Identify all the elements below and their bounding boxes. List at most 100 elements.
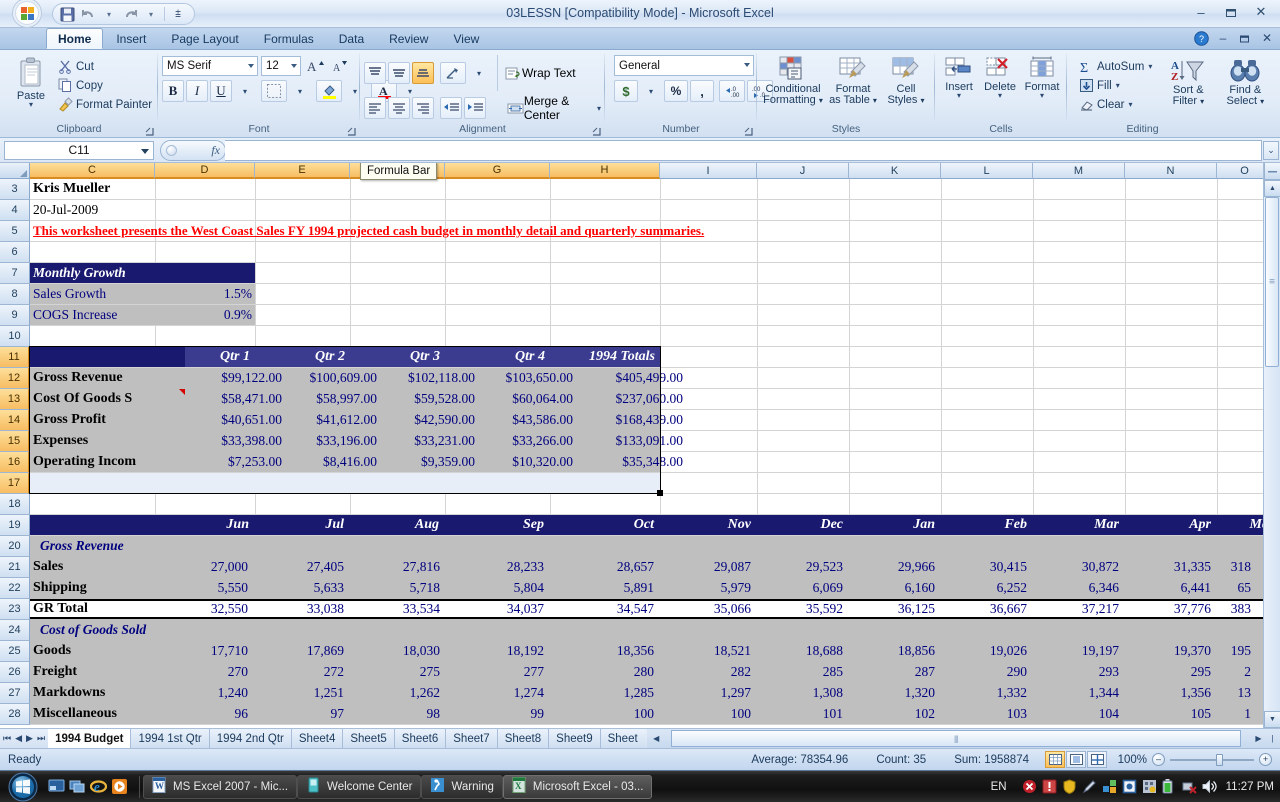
cell-k22[interactable]: 6,160 — [846, 578, 938, 598]
cut-button[interactable]: Cut — [58, 57, 152, 76]
taskbar-task-warning[interactable]: Warning — [421, 774, 503, 799]
format-as-table-button[interactable]: Format as Table ▾ — [826, 54, 880, 106]
decrease-indent-button[interactable] — [440, 97, 462, 119]
prev-sheet-icon[interactable]: ◀ — [15, 733, 22, 744]
cell-h27[interactable]: 1,285 — [547, 683, 657, 703]
cell-d26[interactable]: 270 — [155, 662, 251, 682]
increase-decimal-button[interactable]: .0.00 — [719, 80, 745, 102]
cell-c5-description[interactable]: This worksheet presents the West Coast S… — [30, 221, 1180, 241]
clear-button[interactable]: Clear ▾ — [1079, 95, 1152, 114]
page-layout-view-icon[interactable] — [1066, 751, 1086, 768]
cell-o26[interactable]: 2 — [1214, 662, 1254, 682]
increase-indent-button[interactable] — [464, 97, 486, 119]
column-header-i[interactable]: I — [660, 163, 757, 179]
cell-i23[interactable]: 35,066 — [657, 599, 754, 619]
cell-e23[interactable]: 33,038 — [251, 599, 347, 619]
cell-n25[interactable]: 19,370 — [1122, 641, 1214, 661]
row-header-17[interactable]: 17 — [0, 473, 30, 494]
status-average[interactable]: Average: 78354.96 — [737, 754, 862, 766]
cell-g21[interactable]: 28,233 — [443, 557, 547, 577]
pen-icon[interactable] — [1082, 779, 1097, 794]
cell-m21[interactable]: 30,872 — [1030, 557, 1122, 577]
cell-c9-cogs-increase-label[interactable]: COGS Increase — [30, 305, 155, 325]
cell-j25[interactable]: 18,688 — [754, 641, 846, 661]
language-indicator[interactable]: EN — [991, 781, 1017, 793]
help-icon[interactable]: ? — [1190, 28, 1212, 48]
name-box[interactable]: C11 — [4, 140, 154, 160]
format-cells-dropdown-icon[interactable]: ▾ — [1040, 92, 1044, 100]
cell-m25[interactable]: 19,197 — [1030, 641, 1122, 661]
page-break-view-icon[interactable] — [1087, 751, 1107, 768]
column-header-m[interactable]: M — [1033, 163, 1125, 179]
insert-cells-dropdown-icon[interactable]: ▾ — [957, 92, 961, 100]
taskbar-task-welcome-center[interactable]: Welcome Center — [297, 774, 422, 799]
cell-j21[interactable]: 29,523 — [754, 557, 846, 577]
currency-button[interactable]: $ — [614, 80, 638, 102]
clipboard-dialog-launcher[interactable] — [144, 126, 155, 137]
cell-n21[interactable]: 31,335 — [1122, 557, 1214, 577]
cell-area[interactable]: Kris Mueller 20-Jul-2009 This worksheet … — [29, 179, 1280, 725]
zoom-slider[interactable] — [1170, 753, 1254, 766]
row-header-12[interactable]: 12 — [0, 368, 30, 389]
delete-cells-dropdown-icon[interactable]: ▾ — [998, 92, 1002, 100]
insert-function-icon[interactable]: fx — [211, 143, 220, 158]
italic-button[interactable]: I — [186, 80, 208, 102]
horizontal-scrollbar[interactable]: ◀ ▶ | — [646, 729, 1280, 748]
row-header-9[interactable]: 9 — [0, 305, 30, 326]
fill-color-button[interactable] — [316, 80, 342, 102]
formula-input[interactable] — [225, 139, 1262, 161]
error-icon[interactable] — [1022, 779, 1037, 794]
row-header-26[interactable]: 26 — [0, 662, 30, 683]
tab-data[interactable]: Data — [327, 28, 376, 49]
autosum-dropdown-icon[interactable]: ▾ — [1148, 62, 1152, 71]
update-icon[interactable] — [1142, 779, 1157, 794]
battery-icon[interactable] — [1162, 779, 1177, 794]
cell-j23[interactable]: 35,592 — [754, 599, 846, 619]
cell-f26[interactable]: 275 — [347, 662, 443, 682]
cell-g23[interactable]: 34,037 — [443, 599, 547, 619]
start-orb-icon[interactable] — [0, 772, 46, 802]
cell-f27[interactable]: 1,262 — [347, 683, 443, 703]
cell-g25[interactable]: 18,192 — [443, 641, 547, 661]
cell-f28[interactable]: 98 — [347, 704, 443, 724]
tab-formulas[interactable]: Formulas — [252, 28, 326, 49]
first-sheet-icon[interactable]: ⏮ — [3, 733, 11, 744]
horizontal-scroll-thumb[interactable] — [670, 730, 1241, 747]
cell-d21[interactable]: 27,000 — [155, 557, 251, 577]
cell-l22[interactable]: 6,252 — [938, 578, 1030, 598]
show-desktop-icon[interactable] — [48, 778, 65, 795]
shield-icon[interactable] — [1062, 779, 1077, 795]
number-format-select[interactable]: General — [614, 55, 754, 76]
cell-c8-sales-growth-label[interactable]: Sales Growth — [30, 284, 155, 304]
cell-m19-mar[interactable]: Mar — [1033, 515, 1125, 535]
volume-icon[interactable] — [1202, 779, 1217, 794]
currency-dropdown-icon[interactable]: ▾ — [640, 80, 662, 102]
cell-k21[interactable]: 29,966 — [846, 557, 938, 577]
delete-cells-button[interactable]: Delete ▾ — [979, 54, 1021, 100]
expand-formula-bar-icon[interactable]: ⌄ — [1263, 141, 1279, 160]
row-header-21[interactable]: 21 — [0, 557, 30, 578]
tab-page-layout[interactable]: Page Layout — [159, 28, 250, 49]
row-header-20[interactable]: 20 — [0, 536, 30, 557]
sheet-tab-1994-1st-qtr[interactable]: 1994 1st Qtr — [131, 729, 210, 748]
bold-button[interactable]: B — [162, 80, 184, 102]
cell-j27[interactable]: 1,308 — [754, 683, 846, 703]
cell-l21[interactable]: 30,415 — [938, 557, 1030, 577]
cell-j28[interactable]: 101 — [754, 704, 846, 724]
name-box-dropdown-icon[interactable] — [141, 148, 149, 154]
network-icon[interactable] — [1102, 779, 1117, 794]
cell-n28[interactable]: 105 — [1122, 704, 1214, 724]
cell-e26[interactable]: 272 — [251, 662, 347, 682]
scroll-down-button[interactable]: ▼ — [1264, 711, 1280, 728]
wrap-text-button[interactable]: Wrap Text — [505, 66, 576, 81]
cell-f23[interactable]: 33,534 — [347, 599, 443, 619]
cell-o23[interactable]: 383 — [1214, 599, 1254, 619]
cell-i28[interactable]: 100 — [657, 704, 754, 724]
ribbon-restore-button[interactable] — [1234, 28, 1256, 48]
conditional-formatting-button[interactable]: Conditional Formatting ▾ — [762, 54, 824, 106]
cell-n19-apr[interactable]: Apr — [1125, 515, 1217, 535]
column-header-d[interactable]: D — [155, 163, 255, 179]
font-dialog-launcher[interactable] — [346, 126, 357, 137]
align-left-button[interactable] — [364, 97, 386, 119]
cell-f25[interactable]: 18,030 — [347, 641, 443, 661]
